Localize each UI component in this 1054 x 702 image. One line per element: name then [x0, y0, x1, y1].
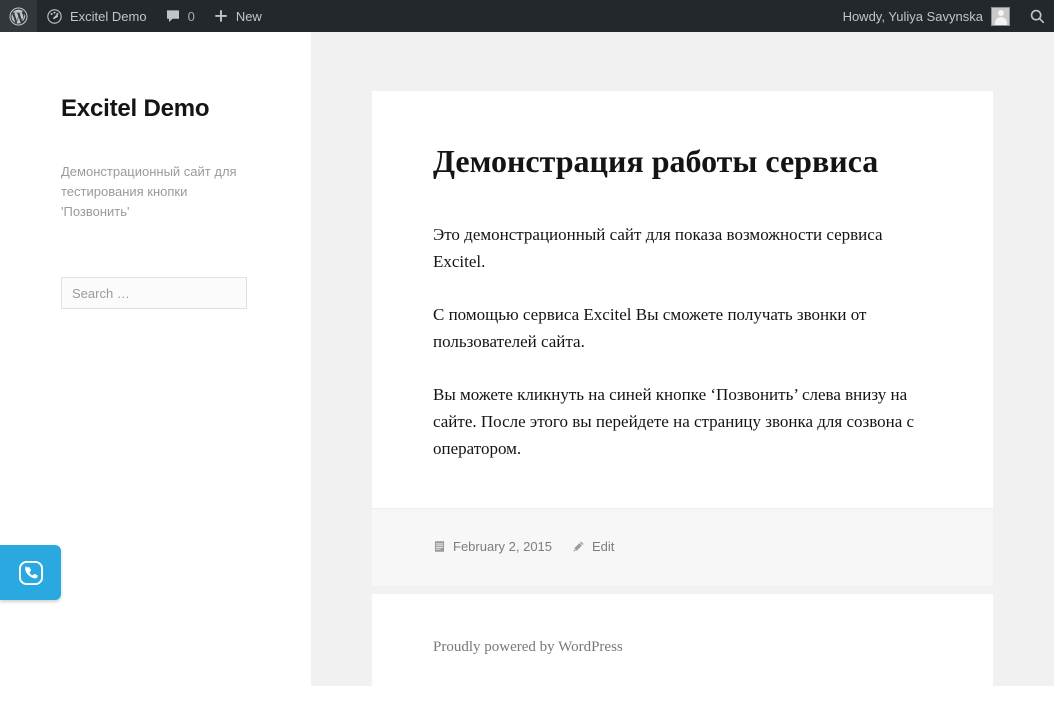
new-content-menu[interactable]: New: [204, 0, 271, 32]
edit-post-link[interactable]: Edit: [572, 539, 614, 554]
entry-paragraph: Это демонстрационный сайт для показа воз…: [433, 225, 883, 272]
post-date-label: February 2, 2015: [453, 539, 553, 555]
dashboard-speedometer-icon: [46, 8, 63, 25]
comments-count: 0: [187, 8, 195, 24]
search-input[interactable]: [61, 277, 247, 309]
wp-logo-menu[interactable]: [0, 0, 37, 32]
search-icon: [1029, 8, 1046, 25]
admin-bar-left: Excitel Demo 0 New: [0, 0, 271, 32]
site-name-label: Excitel Demo: [70, 8, 147, 24]
search-form: [61, 277, 247, 309]
post-card: Демонстрация работы сервиса Это демонстр…: [372, 91, 993, 587]
edit-post-label: Edit: [592, 539, 615, 555]
admin-bar: Excitel Demo 0 New Howdy, Yuliya Savynsk…: [0, 0, 1054, 32]
comment-bubble-icon: [165, 8, 181, 24]
main-content: Демонстрация работы сервиса Это демонстр…: [311, 32, 1054, 702]
new-content-label: New: [235, 8, 262, 24]
admin-search-button[interactable]: [1020, 0, 1054, 32]
page-body: Excitel Demo Демонстрационный сайт для т…: [0, 32, 1054, 702]
entry-paragraph: Вы можете кликнуть на синей кнопке ‘Позв…: [433, 385, 915, 459]
comments-menu[interactable]: 0: [156, 0, 204, 32]
avatar: [991, 6, 1010, 26]
wordpress-logo-icon: [9, 6, 28, 26]
page-title[interactable]: Excitel Demo: [61, 95, 210, 123]
site-name-menu[interactable]: Excitel Demo: [37, 0, 156, 32]
call-button-widget[interactable]: [0, 545, 61, 600]
phone-call-icon: [16, 558, 46, 588]
plus-icon: [213, 8, 229, 24]
post-date[interactable]: February 2, 2015: [433, 539, 552, 554]
calendar-icon: [433, 540, 446, 553]
entry-meta: February 2, 2015 Edit: [372, 508, 993, 587]
pencil-icon: [572, 540, 585, 553]
entry-title: Демонстрация работы сервиса: [433, 143, 879, 179]
my-account-menu[interactable]: Howdy, Yuliya Savynska: [835, 0, 1020, 32]
site-info-link[interactable]: Proudly powered by WordPress: [433, 639, 623, 655]
howdy-label: Howdy, Yuliya Savynska: [842, 8, 983, 24]
site-description: Демонстрационный сайт для тестирования к…: [61, 164, 237, 219]
entry-paragraph: С помощью сервиса Excitel Вы сможете пол…: [433, 305, 867, 352]
entry-content: Демонстрация работы сервиса Это демонстр…: [372, 91, 993, 508]
admin-bar-right: Howdy, Yuliya Savynska: [835, 0, 1054, 32]
